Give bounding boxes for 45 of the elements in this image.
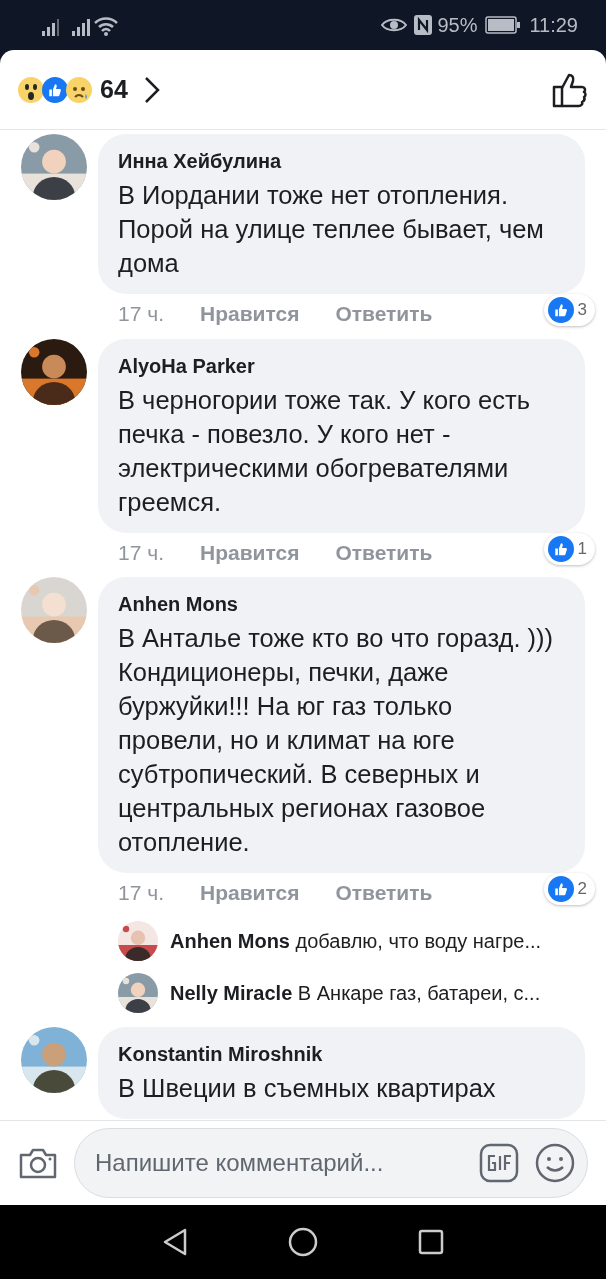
like-count: 1 [577,537,587,560]
battery-icon [485,16,522,34]
reply-preview[interactable]: Anhen Mons добавлю, что воду нагре... [170,925,542,956]
reply-link[interactable]: Ответить [335,877,433,909]
home-icon[interactable] [288,1227,318,1257]
reply-link[interactable]: Ответить [335,298,433,330]
gif-icon[interactable] [479,1143,519,1183]
back-icon[interactable] [162,1228,188,1256]
wow-emoji-icon [18,76,44,103]
author-name[interactable]: Konstantin Miroshnik [118,1038,559,1069]
like-link[interactable]: Нравится [199,298,300,330]
thumbs-up-icon[interactable] [552,71,588,108]
camera-icon[interactable] [18,1146,58,1180]
clock-time: 11:29 [529,13,578,38]
reaction-count[interactable]: 64 [100,70,128,109]
comment-text: В Швеции в съемных квартирах [118,1072,497,1104]
recents-icon[interactable] [418,1229,444,1255]
comment-time: 17 ч. [118,301,164,327]
comment-text: В Анталье тоже кто во что горазд. ))) Кондиционеры, печки, даже буржуйки!!! На юг газ только провели, но и климат на юге субтропический. В северных и центральных регионах газовое отопление. [118,623,555,858]
like-link[interactable]: Нравится [199,536,300,568]
reply-preview[interactable]: Nelly Miracle В Анкаре газ, батареи, с... [170,977,541,1008]
sad-emoji-icon [66,76,92,103]
reply-link[interactable]: Ответить [335,536,433,568]
comment-text: В Иордании тоже нет отопления. Порой на улице теплее бывает, чем дома [118,180,545,279]
comment-text: В черногории тоже так. У кого есть печка - повезло. У кого нет - электрическими обогревателями греемся. [118,384,531,518]
comment-input[interactable]: Напишите комментарий... [93,1144,463,1182]
like-count-badge[interactable]: 1 [543,532,595,565]
like-icon [547,535,574,562]
comment-time: 17 ч. [118,880,164,906]
like-reaction-icon [42,76,68,103]
author-name[interactable]: Инна Хейбулина [118,146,559,176]
author-name[interactable]: AlyoHa Parker [118,350,559,381]
battery-level: 95% [437,13,478,38]
smiley-icon[interactable] [535,1143,575,1183]
like-icon [547,876,574,902]
author-name[interactable]: Anhen Mons [118,589,559,619]
like-link[interactable]: Нравится [199,877,300,909]
comment-field[interactable]: Напишите комментарий... [74,1128,588,1198]
like-icon [547,297,574,323]
like-count-badge[interactable]: 3 [543,294,595,326]
like-count: 2 [577,878,587,901]
like-count-badge[interactable]: 2 [543,873,595,905]
comment-time: 17 ч. [118,539,164,566]
nfc-icon [413,14,434,36]
like-count: 3 [577,299,587,322]
